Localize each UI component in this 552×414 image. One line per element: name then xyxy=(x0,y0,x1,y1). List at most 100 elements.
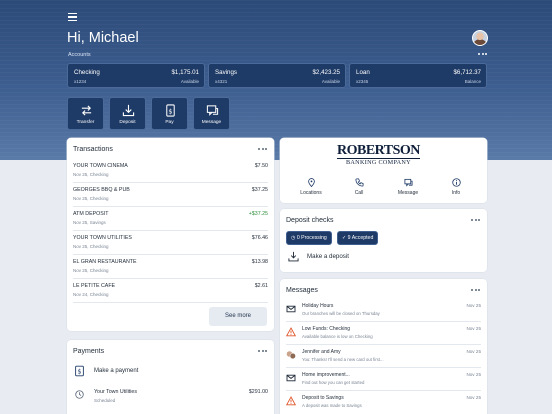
greeting-title: Hi, Michael xyxy=(67,30,139,46)
transaction-row[interactable]: EL GRAN RESTAURANTE Nov 25, Checking $13… xyxy=(73,256,268,279)
message-item[interactable]: Deposit to Savings A deposit was made to… xyxy=(286,392,481,414)
transaction-detail: Nov 25, Checking xyxy=(73,196,109,201)
transaction-name: EL GRAN RESTAURANTE xyxy=(73,259,137,265)
account-balance: $6,712.37 xyxy=(453,69,481,76)
message-preview: Available balance is low on Checking xyxy=(302,334,373,339)
message-preview: A deposit was made to Savings xyxy=(302,403,362,408)
transaction-name: GEORGES BBQ & PUB xyxy=(73,187,130,193)
balance-label: Available xyxy=(180,79,199,84)
transfer-icon xyxy=(81,105,92,116)
payments-more-icon[interactable] xyxy=(258,349,268,353)
make-payment-label: Make a payment xyxy=(94,368,139,374)
transactions-card: Transactions YOUR TOWN CINEMA Nov 25, Ch… xyxy=(67,138,274,331)
messages-more-icon[interactable] xyxy=(471,288,481,292)
messages-title: Messages xyxy=(286,287,318,294)
make-deposit-label: Make a deposit xyxy=(307,253,349,260)
hamburger-menu-icon[interactable] xyxy=(68,13,77,22)
phone-icon xyxy=(354,178,364,187)
transaction-row[interactable]: GEORGES BBQ & PUB Nov 25, Checking $37.2… xyxy=(73,184,268,207)
user-avatar[interactable] xyxy=(472,30,488,46)
deposit-icon xyxy=(122,104,135,117)
payee-name: Your Town Utilities xyxy=(94,389,137,395)
transaction-name: YOUR TOWN UTILITIES xyxy=(73,235,132,241)
locations-label: Locations xyxy=(300,190,322,196)
messages-card: Messages Holiday Hours Our branches will… xyxy=(280,279,487,414)
payment-status: Scheduled xyxy=(94,398,116,403)
payments-title: Payments xyxy=(73,348,105,355)
account-tile-savings[interactable]: Savings x4321 $2,423.25 Available xyxy=(208,63,346,88)
bank-message-button[interactable]: Message xyxy=(388,178,428,202)
message-button[interactable]: Message xyxy=(193,97,230,130)
deposit-checks-more-icon[interactable] xyxy=(471,218,481,222)
account-tile-loan[interactable]: Loan x2345 $6,712.37 Balance xyxy=(349,63,487,88)
message-preview: Find out how you can get started xyxy=(302,380,365,385)
balance-label: Available xyxy=(321,79,340,84)
location-pin-icon xyxy=(307,178,315,187)
checkmark-icon: ✓ xyxy=(342,235,347,241)
transaction-amount: $37.25 xyxy=(251,187,268,193)
warning-icon xyxy=(286,327,296,337)
deposit-icon xyxy=(288,251,299,262)
message-item[interactable]: Low Funds: Checking Available balance is… xyxy=(286,323,481,345)
transaction-detail: Nov 24, Checking xyxy=(73,292,109,297)
message-title: Jennifer and Amy xyxy=(302,349,341,355)
message-preview: Our branches will be closed on Thursday xyxy=(302,311,380,316)
deposit-checks-title: Deposit checks xyxy=(286,217,334,224)
message-date: Nov 25 xyxy=(466,303,481,308)
transaction-amount: +$37.25 xyxy=(248,211,268,217)
info-button[interactable]: Info xyxy=(436,178,476,202)
envelope-icon xyxy=(286,305,296,313)
transaction-amount: $13.98 xyxy=(251,259,268,265)
transaction-row[interactable]: LE PETITE CAFE Nov 24, Checking $2.61 xyxy=(73,280,268,303)
warning-icon xyxy=(286,396,296,406)
locations-button[interactable]: Locations xyxy=(291,178,331,202)
deposit-button[interactable]: Deposit xyxy=(109,97,146,130)
message-icon xyxy=(206,105,219,116)
svg-text:$: $ xyxy=(168,107,172,115)
transaction-name: ATM DEPOSIT xyxy=(73,211,109,217)
message-date: Nov 25 xyxy=(466,349,481,354)
accepted-chip[interactable]: ✓ 9 Accepted xyxy=(337,231,379,245)
transaction-row[interactable]: YOUR TOWN UTILITIES Nov 25, Checking $76… xyxy=(73,232,268,255)
transaction-row[interactable]: YOUR TOWN CINEMA Nov 25, Checking $7.50 xyxy=(73,160,268,183)
account-tile-checking[interactable]: Checking x1234 $1,175.01 Available xyxy=(67,63,205,88)
envelope-icon xyxy=(286,374,296,382)
svg-text:$: $ xyxy=(77,369,81,376)
account-name: Loan xyxy=(356,69,370,76)
transaction-amount: $7.50 xyxy=(254,163,268,169)
transaction-detail: Nov 25, Checking xyxy=(73,244,109,249)
processing-chip[interactable]: ◷ 0 Processing xyxy=(286,231,332,245)
message-title: Low Funds: Checking xyxy=(302,326,351,332)
message-date: Nov 25 xyxy=(466,372,481,377)
see-more-button[interactable]: See more xyxy=(209,307,267,326)
pay-button[interactable]: $ Pay xyxy=(151,97,188,130)
transaction-row[interactable]: ATM DEPOSIT Nov 25, Savings +$37.25 xyxy=(73,208,268,231)
scheduled-payment-row[interactable]: Your Town Utilities Scheduled $291.00 xyxy=(73,387,268,407)
message-date: Nov 25 xyxy=(466,395,481,400)
payments-card: Payments $ Make a payment Your Town Util… xyxy=(67,340,274,414)
message-label: Message xyxy=(201,120,222,125)
transaction-name: LE PETITE CAFE xyxy=(73,283,116,289)
account-number: x4321 xyxy=(215,79,228,84)
message-icon xyxy=(403,178,413,187)
more-options-icon[interactable] xyxy=(478,52,488,56)
message-item[interactable]: Jennifer and Amy You: Thanks! I'll send … xyxy=(286,346,481,368)
bank-card: ROBERTSON BANKING COMPANY Locations Call… xyxy=(280,138,487,203)
transfer-button[interactable]: Transfer xyxy=(67,97,104,130)
message-item[interactable]: Holiday Hours Our branches will be close… xyxy=(286,300,481,322)
transactions-title: Transactions xyxy=(73,146,113,153)
make-payment-button[interactable]: $ Make a payment xyxy=(73,364,268,381)
message-item[interactable]: Home improvement... Find out how you can… xyxy=(286,369,481,391)
accepted-label: 9 Accepted xyxy=(347,235,374,241)
info-icon xyxy=(451,178,461,187)
clock-icon: ◷ xyxy=(291,235,296,241)
transaction-amount: $76.46 xyxy=(251,235,268,241)
bank-logo: ROBERTSON BANKING COMPANY xyxy=(337,144,420,166)
call-button[interactable]: Call xyxy=(339,178,379,202)
deposit-checks-card: Deposit checks ◷ 0 Processing ✓ 9 Accept… xyxy=(280,209,487,272)
logo-wordmark: ROBERTSON xyxy=(337,143,420,158)
transactions-more-icon[interactable] xyxy=(258,147,268,151)
bank-message-label: Message xyxy=(397,190,419,196)
transaction-detail: Nov 25, Savings xyxy=(73,220,106,225)
message-preview: You: Thanks! I'll send a new card out fi… xyxy=(302,357,384,362)
